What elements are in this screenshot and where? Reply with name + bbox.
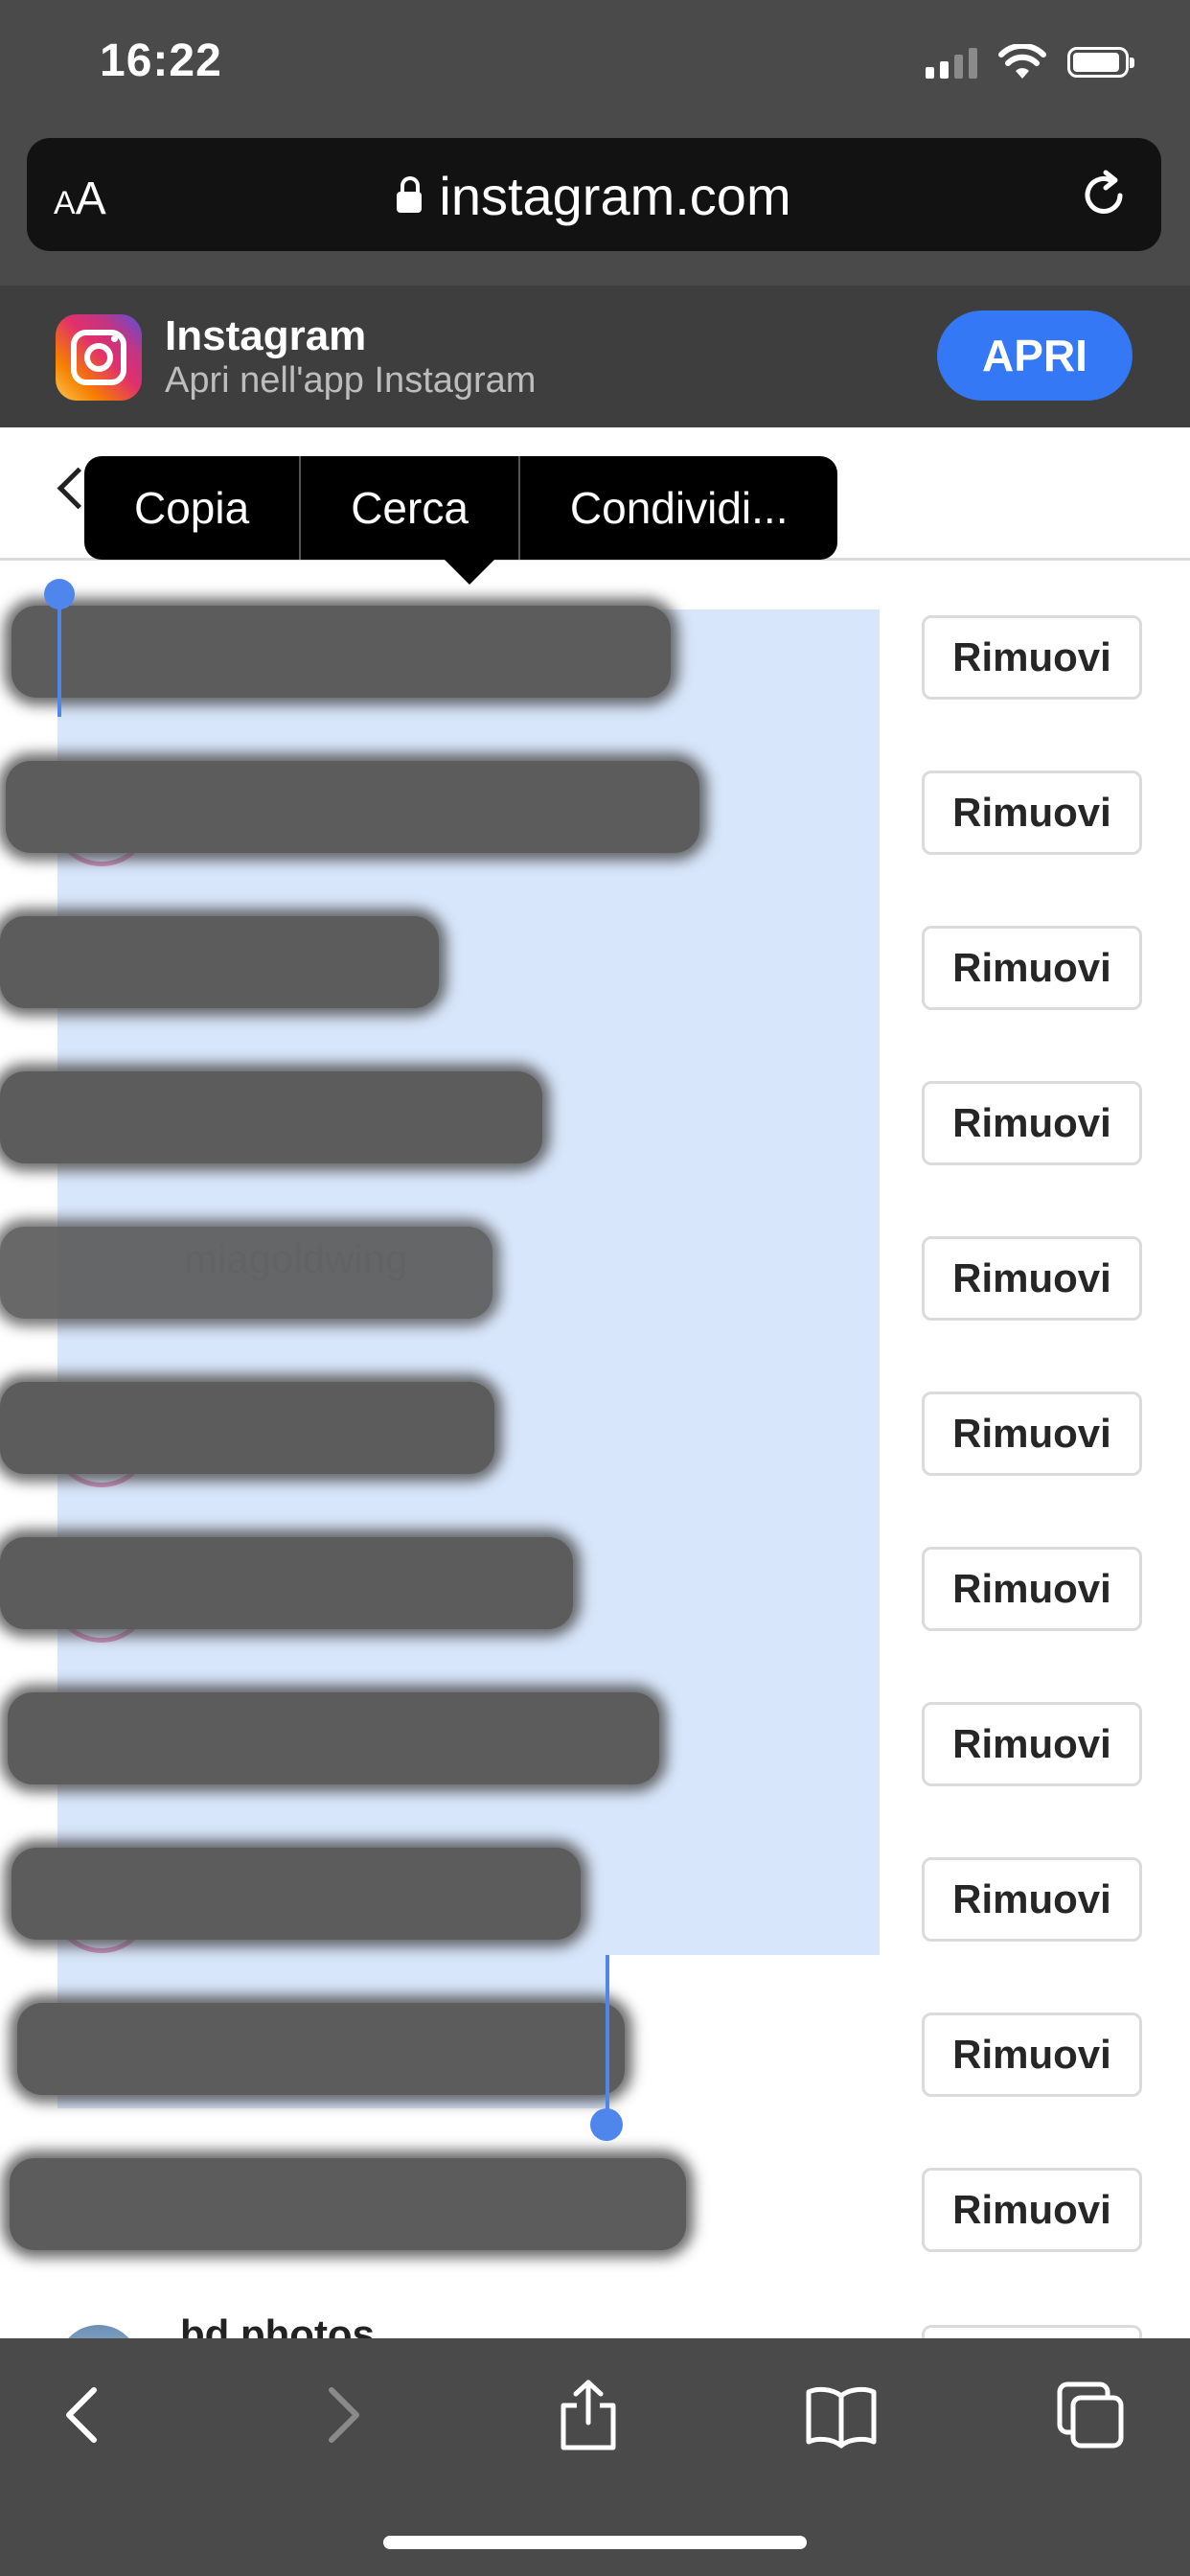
remove-button[interactable]: Rimuovi xyxy=(922,2012,1142,2097)
redacted-block xyxy=(11,1848,581,1940)
redacted-block xyxy=(10,2158,686,2250)
share-menu-item[interactable]: Condividi... xyxy=(520,456,838,560)
status-icons xyxy=(926,44,1134,80)
remove-button[interactable]: Rimuovi xyxy=(922,770,1142,855)
redacted-block xyxy=(0,1537,573,1629)
redacted-block xyxy=(8,1692,659,1784)
list-item: miagoldwing Rimuovi xyxy=(0,1204,1190,1359)
list-item: Rimuovi xyxy=(0,1669,1190,1825)
menu-pointer xyxy=(443,558,496,585)
remove-button[interactable]: Rimuovi xyxy=(922,1547,1142,1631)
status-bar: 16:22 xyxy=(0,0,1190,134)
instagram-app-icon xyxy=(56,314,142,401)
list-item: bd.photos xyxy=(0,2300,1190,2407)
status-time: 16:22 xyxy=(100,35,222,86)
list-item: Rimuovi xyxy=(0,1514,1190,1669)
battery-icon xyxy=(1067,47,1134,78)
list-item: Rimuovi xyxy=(0,583,1190,738)
redacted-block xyxy=(17,2003,625,2095)
forward-icon[interactable] xyxy=(303,2377,379,2453)
home-indicator xyxy=(383,2536,807,2549)
reload-icon[interactable] xyxy=(1077,167,1133,222)
share-icon[interactable] xyxy=(550,2377,627,2453)
list-item: Rimuovi xyxy=(0,738,1190,893)
redacted-block xyxy=(11,606,671,698)
remove-button[interactable]: Rimuovi xyxy=(922,1857,1142,1942)
remove-button[interactable]: Rimuovi xyxy=(922,615,1142,700)
list-item: Rimuovi xyxy=(0,2135,1190,2290)
selection-end-handle[interactable] xyxy=(590,2108,623,2141)
selection-handle-line xyxy=(57,594,61,717)
selection-handle-line xyxy=(606,1955,609,2120)
address-bar-area: AA instagram.com xyxy=(0,134,1190,286)
cellular-signal-icon xyxy=(926,46,977,79)
list-item: Rimuovi xyxy=(0,1359,1190,1514)
remove-button[interactable]: Rimuovi xyxy=(922,926,1142,1010)
remove-button[interactable]: Rimuovi xyxy=(922,1392,1142,1476)
open-app-button[interactable]: APRI xyxy=(937,310,1133,401)
app-banner-subtitle: Apri nell'app Instagram xyxy=(165,360,537,401)
address-bar[interactable]: AA instagram.com xyxy=(27,138,1161,251)
lookup-menu-item[interactable]: Cerca xyxy=(301,456,518,560)
back-icon[interactable] xyxy=(46,2377,123,2453)
app-banner-title: Instagram xyxy=(165,312,367,359)
list-item: Rimuovi xyxy=(0,1048,1190,1204)
url-domain: instagram.com xyxy=(439,166,791,226)
redacted-block xyxy=(0,916,439,1008)
redacted-block xyxy=(0,1227,492,1319)
remove-button[interactable]: Rimuovi xyxy=(922,2168,1142,2252)
remove-button[interactable]: Rimuovi xyxy=(922,1081,1142,1165)
bookmarks-icon[interactable] xyxy=(803,2377,880,2453)
redacted-block xyxy=(0,1382,494,1474)
redacted-block xyxy=(6,761,699,853)
copy-menu-item[interactable]: Copia xyxy=(84,456,299,560)
remove-button[interactable]: Rimuovi xyxy=(922,1236,1142,1321)
redacted-block xyxy=(0,1071,542,1163)
list-item: Rimuovi xyxy=(0,1825,1190,1980)
url-display[interactable]: instagram.com xyxy=(27,165,1161,227)
lock-icon xyxy=(397,176,423,213)
app-banner: Instagram Apri nell'app Instagram APRI xyxy=(0,286,1190,427)
text-selection-menu: Copia Cerca Condividi... xyxy=(84,456,838,560)
wifi-icon xyxy=(998,44,1046,79)
remove-button[interactable]: Rimuovi xyxy=(922,1702,1142,1786)
tabs-icon[interactable] xyxy=(1052,2377,1129,2453)
list-item: Rimuovi xyxy=(0,893,1190,1048)
selection-start-handle[interactable] xyxy=(44,579,75,610)
